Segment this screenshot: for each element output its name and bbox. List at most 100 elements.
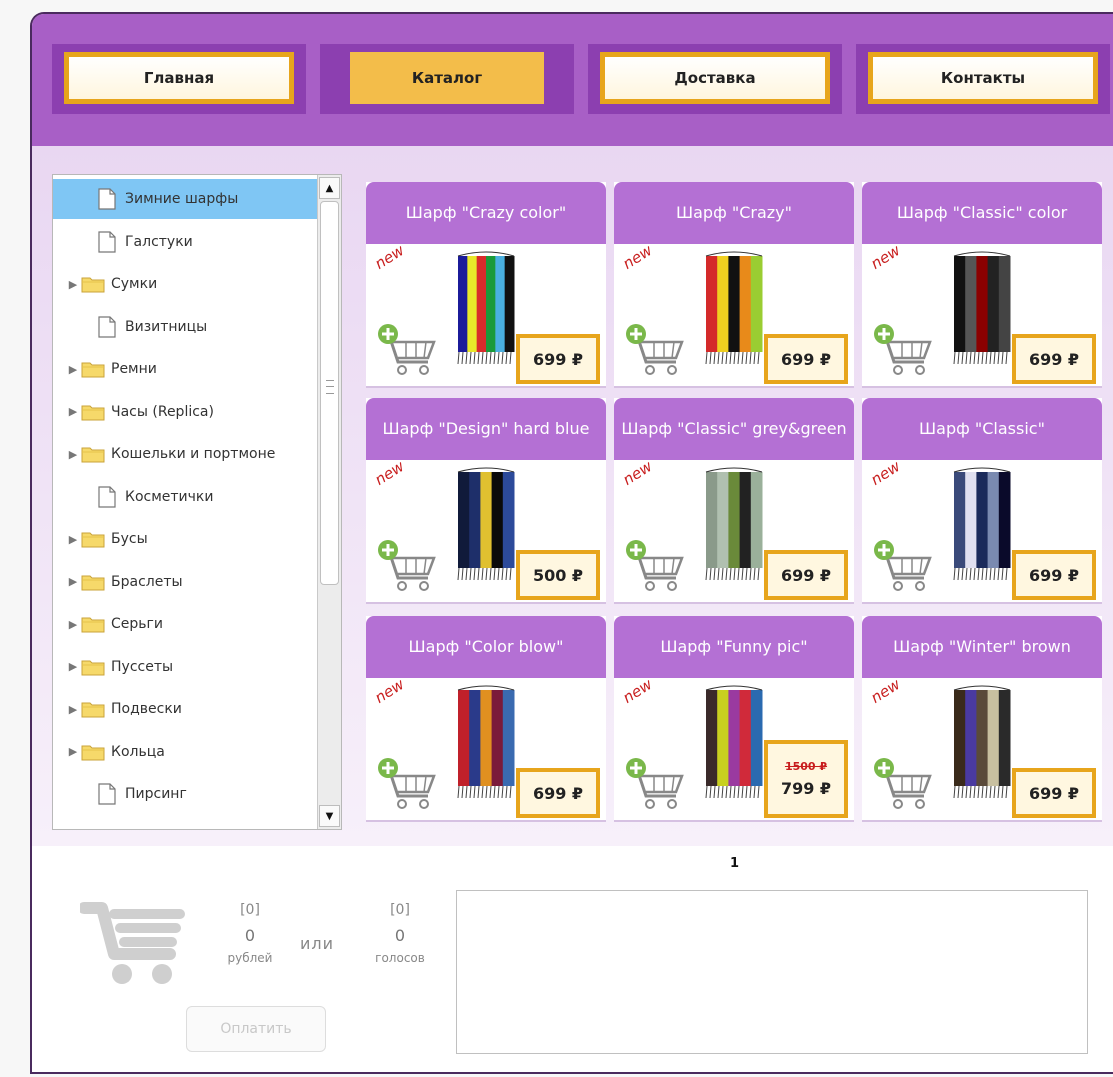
scarf-image[interactable] [694, 684, 774, 802]
file-icon [97, 230, 117, 253]
sidebar-item[interactable]: Пирсинг [53, 774, 317, 814]
sidebar-item[interactable]: ▶ Часы (Replica) [53, 392, 317, 432]
sidebar-item[interactable]: ▶ Серьги [53, 604, 317, 644]
expand-arrow-icon[interactable]: ▶ [65, 533, 81, 546]
scarf-image[interactable] [694, 250, 774, 368]
scarf-image[interactable] [446, 466, 526, 584]
nav-delivery-button[interactable]: Доставка [600, 52, 830, 104]
card-divider [366, 820, 606, 822]
price-box: 699 ₽ [1012, 768, 1096, 818]
scarf-image[interactable] [446, 684, 526, 802]
scroll-up-icon[interactable]: ▲ [319, 177, 340, 199]
rub-stat: [0] 0 рублей [210, 902, 290, 965]
product-card[interactable]: Шарф "Funny pic" new 1500 ₽ 799 ₽ [614, 616, 854, 822]
sidebar-item-label: Кошельки и портмоне [111, 446, 276, 462]
nav-catalog-button[interactable]: Каталог [350, 52, 544, 104]
scroll-down-icon[interactable]: ▼ [319, 805, 340, 827]
sidebar-item[interactable]: ▶ Бусы [53, 519, 317, 559]
sidebar-item[interactable]: ▶ Браслеты [53, 562, 317, 602]
expand-arrow-icon[interactable]: ▶ [65, 703, 81, 716]
folder-icon [81, 445, 105, 463]
price-box: 699 ₽ [764, 334, 848, 384]
votes-count: [0] [390, 902, 410, 918]
scroll-thumb[interactable] [320, 201, 339, 585]
product-title[interactable]: Шарф "Classic" color [862, 182, 1102, 244]
sidebar-item[interactable]: Галстуки [53, 222, 317, 262]
expand-arrow-icon[interactable]: ▶ [65, 618, 81, 631]
product-card[interactable]: Шарф "Winter" brown new 699 ₽ [862, 616, 1102, 822]
expand-arrow-icon[interactable]: ▶ [65, 278, 81, 291]
new-badge: new [867, 675, 904, 707]
new-badge: new [371, 457, 408, 489]
product-title[interactable]: Шарф "Classic" [862, 398, 1102, 460]
product-card[interactable]: Шарф "Crazy color" new 699 ₽ [366, 182, 606, 388]
sidebar-item[interactable]: Визитницы [53, 307, 317, 347]
add-to-cart-icon[interactable] [624, 322, 686, 376]
sidebar-item[interactable]: Косметички [53, 477, 317, 517]
sidebar-item[interactable]: ▶ Ремни [53, 349, 317, 389]
sidebar-item-label: Кольца [111, 743, 165, 760]
nav-contacts-button[interactable]: Контакты [868, 52, 1098, 104]
add-to-cart-icon[interactable] [872, 538, 934, 592]
price: 699 ₽ [1028, 349, 1080, 369]
sidebar-item-label: Подвески [111, 701, 182, 717]
sidebar-item[interactable]: ▶Об... [53, 817, 317, 830]
sidebar-item-label: Сумки [111, 276, 158, 292]
add-to-cart-icon[interactable] [872, 322, 934, 376]
file-icon [97, 485, 117, 508]
expand-arrow-icon[interactable]: ▶ [65, 363, 81, 376]
nav-slot-contacts: Контакты [856, 44, 1110, 114]
expand-arrow-icon[interactable]: ▶ [65, 660, 81, 673]
sidebar-item[interactable]: ▶ Кольца [53, 732, 317, 772]
pay-button[interactable]: Оплатить [186, 1006, 326, 1052]
sidebar-item[interactable]: ▶ Кошельки и портмоне [53, 434, 317, 474]
price: 799 ₽ [780, 779, 832, 798]
expand-arrow-icon[interactable]: ▶ [65, 745, 81, 758]
nav-home-button[interactable]: Главная [64, 52, 294, 104]
product-title[interactable]: Шарф "Winter" brown [862, 616, 1102, 678]
scarf-image[interactable] [942, 250, 1022, 368]
price-box: 699 ₽ [1012, 550, 1096, 600]
expand-arrow-icon[interactable]: ▶ [65, 405, 81, 418]
product-card[interactable]: Шарф "Classic" color new 699 ₽ [862, 182, 1102, 388]
sidebar-item[interactable]: ▶ Пуссеты [53, 647, 317, 687]
folder-icon [81, 828, 105, 830]
scarf-image[interactable] [446, 250, 526, 368]
sidebar-item[interactable]: ▶ Подвески [53, 689, 317, 729]
sidebar-item-label: Серьги [111, 616, 163, 632]
scarf-image[interactable] [942, 684, 1022, 802]
catalog-content: Зимние шарфы Галстуки ▶ Сумки Визитницы ▶ Ремн… [32, 146, 1113, 846]
or-label: или [300, 934, 335, 953]
add-to-cart-icon[interactable] [624, 538, 686, 592]
expand-arrow-icon[interactable]: ▶ [65, 448, 81, 461]
product-title[interactable]: Шарф "Funny pic" [614, 616, 854, 678]
product-title[interactable]: Шарф "Design" hard blue [366, 398, 606, 460]
cart-icon[interactable] [78, 890, 190, 990]
scarf-image[interactable] [942, 466, 1022, 584]
sidebar-item[interactable]: ▶ Сумки [53, 264, 317, 304]
tree-scrollbar[interactable]: ▲ ▼ [317, 175, 341, 829]
card-divider [614, 820, 854, 822]
product-title[interactable]: Шарф "Crazy" [614, 182, 854, 244]
add-to-cart-icon[interactable] [376, 538, 438, 592]
card-divider [366, 602, 606, 604]
product-card[interactable]: Шарф "Classic" grey&green new 699 ₽ [614, 398, 854, 604]
product-card[interactable]: Шарф "Classic" new 699 ₽ [862, 398, 1102, 604]
product-card[interactable]: Шарф "Design" hard blue new 500 ₽ [366, 398, 606, 604]
expand-arrow-icon[interactable]: ▶ [65, 575, 81, 588]
pagination-current[interactable]: 1 [730, 856, 739, 871]
add-to-cart-icon[interactable] [376, 756, 438, 810]
sidebar-item-label: Бусы [111, 531, 148, 547]
sidebar-item[interactable]: Зимние шарфы [53, 179, 317, 219]
product-title[interactable]: Шарф "Classic" grey&green [614, 398, 854, 460]
add-to-cart-icon[interactable] [872, 756, 934, 810]
folder-icon [81, 658, 105, 676]
product-title[interactable]: Шарф "Crazy color" [366, 182, 606, 244]
product-title[interactable]: Шарф "Color blow" [366, 616, 606, 678]
price: 699 ₽ [1028, 783, 1080, 803]
product-card[interactable]: Шарф "Crazy" new 699 ₽ [614, 182, 854, 388]
add-to-cart-icon[interactable] [376, 322, 438, 376]
add-to-cart-icon[interactable] [624, 756, 686, 810]
product-card[interactable]: Шарф "Color blow" new 699 ₽ [366, 616, 606, 822]
scarf-image[interactable] [694, 466, 774, 584]
